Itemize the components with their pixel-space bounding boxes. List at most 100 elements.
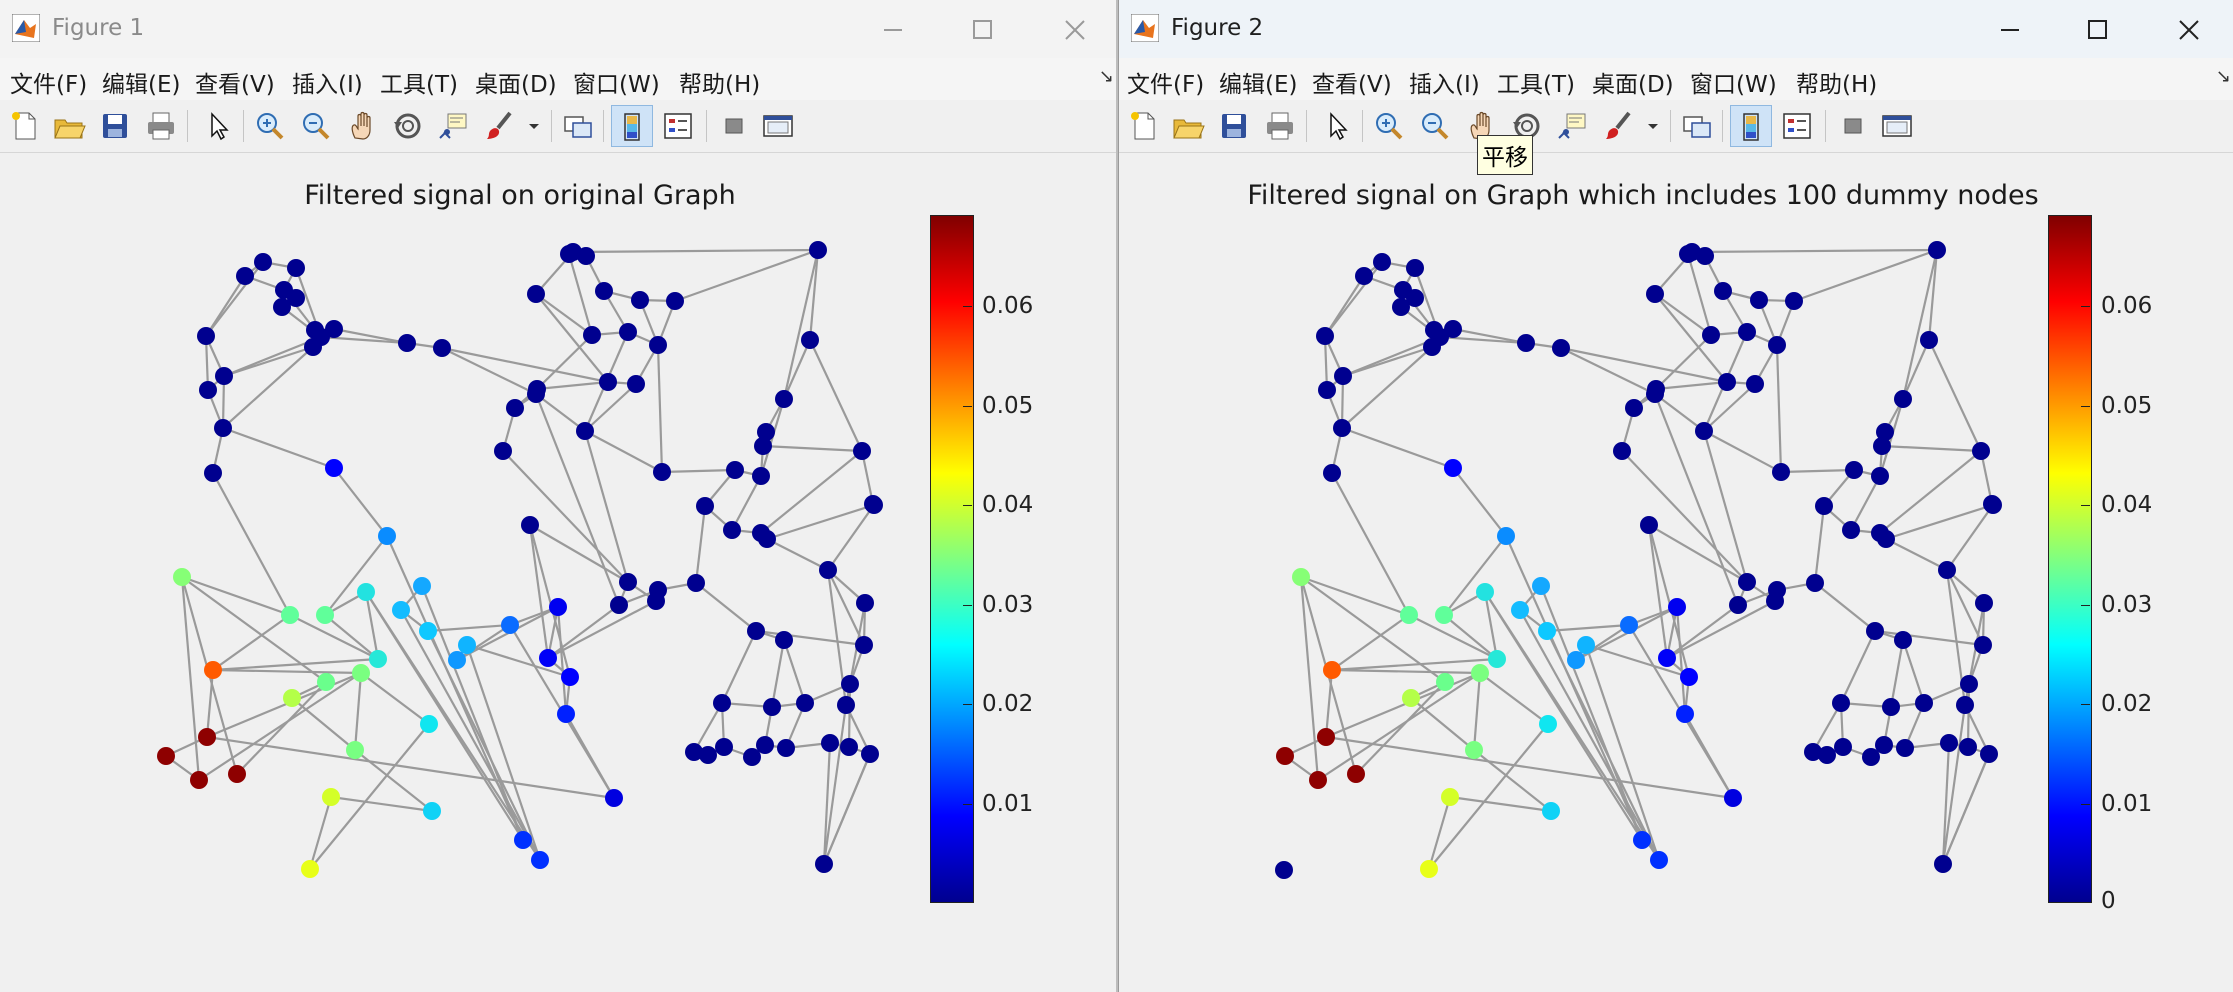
graph-node[interactable] — [696, 497, 714, 515]
graph-node[interactable] — [747, 622, 765, 640]
graph-node[interactable] — [605, 789, 623, 807]
graph-node[interactable] — [317, 673, 335, 691]
graph-node[interactable] — [204, 464, 222, 482]
graph-node[interactable] — [433, 339, 451, 357]
graph-node[interactable] — [1552, 339, 1570, 357]
graph-node[interactable] — [378, 527, 396, 545]
graph-node[interactable] — [1444, 320, 1462, 338]
graph-node[interactable] — [1834, 738, 1852, 756]
graph-node[interactable] — [316, 606, 334, 624]
graph-node[interactable] — [1542, 802, 1560, 820]
graph-plot[interactable] — [0, 0, 900, 900]
graph-node[interactable] — [653, 463, 671, 481]
graph-node[interactable] — [1832, 694, 1850, 712]
menu-overflow-icon[interactable]: ↘ — [1099, 66, 1114, 87]
graph-node[interactable] — [281, 606, 299, 624]
graph-node[interactable] — [1400, 606, 1418, 624]
graph-node[interactable] — [501, 616, 519, 634]
graph-node[interactable] — [577, 247, 595, 265]
graph-node[interactable] — [1718, 373, 1736, 391]
graph-node[interactable] — [1894, 631, 1912, 649]
graph-node[interactable] — [1818, 746, 1836, 764]
graph-node[interactable] — [1538, 622, 1556, 640]
graph-node[interactable] — [1894, 390, 1912, 408]
graph-node[interactable] — [494, 442, 512, 460]
graph-node[interactable] — [1695, 422, 1713, 440]
maximize-icon[interactable] — [952, 10, 1012, 50]
graph-node[interactable] — [514, 831, 532, 849]
graph-node[interactable] — [610, 596, 628, 614]
graph-node[interactable] — [1768, 336, 1786, 354]
graph-node[interactable] — [1871, 467, 1889, 485]
graph-node[interactable] — [1646, 285, 1664, 303]
graph-node[interactable] — [557, 705, 575, 723]
graph-node[interactable] — [1436, 673, 1454, 691]
graph-node[interactable] — [346, 741, 364, 759]
graph-node[interactable] — [809, 241, 827, 259]
graph-node[interactable] — [197, 327, 215, 345]
graph-node[interactable] — [306, 321, 324, 339]
graph-node[interactable] — [1806, 574, 1824, 592]
graph-node[interactable] — [1938, 561, 1956, 579]
graph-node[interactable] — [1511, 601, 1529, 619]
graph-node[interactable] — [304, 338, 322, 356]
graph-node[interactable] — [549, 598, 567, 616]
graph-node[interactable] — [699, 746, 717, 764]
graph-node[interactable] — [815, 855, 833, 873]
graph-node[interactable] — [1402, 689, 1420, 707]
graph-node[interactable] — [283, 689, 301, 707]
graph-node[interactable] — [1676, 705, 1694, 723]
graph-node[interactable] — [1647, 380, 1665, 398]
graph-node[interactable] — [254, 253, 272, 271]
graph-node[interactable] — [1896, 739, 1914, 757]
figure-window-2[interactable]: Figure 2 文件(F) 编辑(E) 查看(V) 插入(I) 工具(T) 桌… — [1118, 0, 2233, 992]
graph-node[interactable] — [236, 267, 254, 285]
graph-node[interactable] — [754, 437, 772, 455]
graph-node[interactable] — [1940, 734, 1958, 752]
graph-node[interactable] — [1323, 661, 1341, 679]
menu-overflow-icon[interactable]: ↘ — [2216, 66, 2231, 87]
graph-node[interactable] — [756, 736, 774, 754]
graph-node[interactable] — [1420, 860, 1438, 878]
graph-node[interactable] — [1702, 326, 1720, 344]
graph-node[interactable] — [539, 649, 557, 667]
graph-node[interactable] — [198, 728, 216, 746]
close-icon[interactable] — [2159, 10, 2219, 50]
graph-node[interactable] — [301, 860, 319, 878]
graph-node[interactable] — [1488, 650, 1506, 668]
colorbar[interactable] — [930, 215, 974, 903]
graph-node[interactable] — [1633, 831, 1651, 849]
graph-node[interactable] — [1292, 568, 1310, 586]
graph-node[interactable] — [392, 601, 410, 619]
graph-node[interactable] — [713, 694, 731, 712]
graph-node[interactable] — [627, 375, 645, 393]
graph-node[interactable] — [1658, 649, 1676, 667]
graph-node[interactable] — [448, 651, 466, 669]
graph-node[interactable] — [1423, 338, 1441, 356]
graph-node[interactable] — [1915, 694, 1933, 712]
graph-node[interactable] — [1318, 381, 1336, 399]
graph-node[interactable] — [1875, 736, 1893, 754]
graph-node[interactable] — [1877, 530, 1895, 548]
graph-node[interactable] — [1444, 459, 1462, 477]
graph-node[interactable] — [619, 323, 637, 341]
graph-node[interactable] — [173, 568, 191, 586]
graph-node[interactable] — [1873, 437, 1891, 455]
graph-node[interactable] — [599, 373, 617, 391]
graph-node[interactable] — [1471, 664, 1489, 682]
graph-node[interactable] — [1766, 592, 1784, 610]
graph-node[interactable] — [649, 336, 667, 354]
graph-node[interactable] — [1625, 399, 1643, 417]
graph-node[interactable] — [190, 771, 208, 789]
graph-node[interactable] — [458, 636, 476, 654]
graph-node[interactable] — [1738, 573, 1756, 591]
graph-node[interactable] — [506, 399, 524, 417]
graph-node[interactable] — [1714, 282, 1732, 300]
graph-node[interactable] — [214, 419, 232, 437]
graph-node[interactable] — [723, 521, 741, 539]
graph-node[interactable] — [1316, 327, 1334, 345]
graph-node[interactable] — [1679, 245, 1697, 263]
graph-node[interactable] — [631, 291, 649, 309]
graph-node[interactable] — [287, 259, 305, 277]
graph-node[interactable] — [1772, 463, 1790, 481]
